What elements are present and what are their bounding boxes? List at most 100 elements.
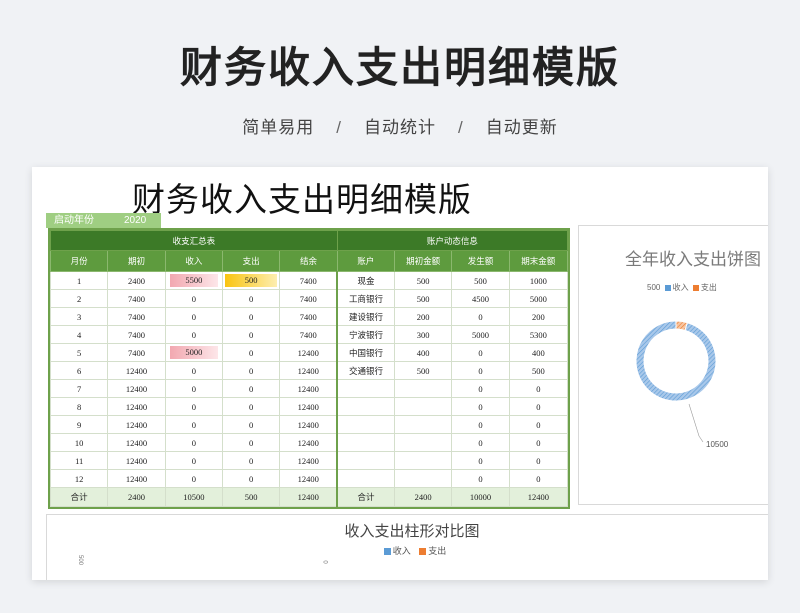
summary-cell[interactable]: 11 [49, 451, 109, 470]
account-cell[interactable]: 0 [451, 469, 510, 488]
account-cell[interactable] [336, 397, 395, 416]
summary-cell[interactable]: 0 [221, 451, 281, 470]
account-cell[interactable]: 5000 [508, 289, 569, 308]
account-cell[interactable]: 500 [393, 289, 453, 308]
summary-cell[interactable]: 0 [164, 469, 223, 488]
account-cell[interactable] [336, 415, 395, 434]
summary-cell[interactable]: 0 [164, 397, 223, 416]
account-cell[interactable]: 200 [393, 307, 453, 326]
summary-cell[interactable]: 0 [164, 307, 223, 326]
summary-cell[interactable]: 500 [221, 271, 281, 290]
summary-cell[interactable]: 5500 [164, 271, 223, 290]
summary-cell[interactable]: 0 [221, 433, 281, 452]
summary-cell[interactable]: 12400 [107, 451, 166, 470]
summary-cell[interactable]: 12400 [107, 415, 166, 434]
summary-cell[interactable]: 12400 [279, 415, 338, 434]
account-cell[interactable]: 0 [451, 343, 510, 362]
account-cell[interactable]: 0 [451, 451, 510, 470]
summary-cell[interactable]: 0 [221, 325, 281, 344]
summary-cell[interactable]: 10 [49, 433, 109, 452]
summary-cell[interactable]: 9 [49, 415, 109, 434]
account-cell[interactable] [393, 469, 453, 488]
summary-cell[interactable]: 0 [221, 379, 281, 398]
account-cell[interactable]: 0 [508, 379, 569, 398]
account-cell[interactable]: 0 [451, 397, 510, 416]
account-cell[interactable]: 0 [508, 397, 569, 416]
account-cell[interactable]: 0 [451, 433, 510, 452]
account-cell[interactable] [336, 433, 395, 452]
account-cell[interactable]: 500 [451, 271, 510, 290]
summary-cell[interactable]: 5000 [164, 343, 223, 362]
account-cell[interactable]: 300 [393, 325, 453, 344]
summary-cell[interactable]: 0 [164, 289, 223, 308]
pie-slice-income[interactable] [635, 320, 717, 402]
summary-cell[interactable]: 0 [164, 451, 223, 470]
summary-cell[interactable]: 12400 [279, 379, 338, 398]
summary-cell[interactable]: 0 [221, 469, 281, 488]
summary-cell[interactable]: 12 [49, 469, 109, 488]
summary-cell[interactable]: 2 [49, 289, 109, 308]
summary-cell[interactable]: 7400 [279, 325, 338, 344]
summary-cell[interactable]: 0 [221, 343, 281, 362]
summary-cell[interactable]: 7400 [107, 289, 166, 308]
summary-cell[interactable]: 0 [221, 289, 281, 308]
summary-cell[interactable]: 7400 [107, 307, 166, 326]
account-cell[interactable]: 0 [508, 415, 569, 434]
account-cell[interactable] [336, 451, 395, 470]
summary-cell[interactable]: 7400 [279, 289, 338, 308]
summary-cell[interactable]: 12400 [279, 361, 338, 380]
pie-slice-expense[interactable] [675, 320, 688, 331]
summary-cell[interactable]: 0 [164, 433, 223, 452]
summary-cell[interactable]: 12400 [107, 361, 166, 380]
summary-cell[interactable]: 7400 [279, 271, 338, 290]
summary-cell[interactable]: 12400 [107, 433, 166, 452]
account-cell[interactable]: 500 [508, 361, 569, 380]
summary-cell[interactable]: 8 [49, 397, 109, 416]
summary-cell[interactable]: 12400 [279, 451, 338, 470]
account-cell[interactable]: 5000 [451, 325, 510, 344]
summary-cell[interactable]: 12400 [279, 469, 338, 488]
account-cell[interactable]: 500 [393, 361, 453, 380]
summary-cell[interactable]: 0 [221, 397, 281, 416]
summary-cell[interactable]: 7400 [107, 325, 166, 344]
summary-cell[interactable]: 0 [164, 361, 223, 380]
summary-cell[interactable]: 0 [221, 307, 281, 326]
account-cell[interactable] [393, 433, 453, 452]
summary-cell[interactable]: 12400 [107, 469, 166, 488]
account-cell[interactable]: 500 [393, 271, 453, 290]
summary-cell[interactable]: 0 [164, 415, 223, 434]
summary-cell[interactable]: 12400 [279, 343, 338, 362]
summary-cell[interactable]: 7 [49, 379, 109, 398]
account-cell[interactable]: 工商银行 [336, 289, 395, 308]
summary-cell[interactable]: 2400 [107, 271, 166, 290]
account-cell[interactable]: 宁波银行 [336, 325, 395, 344]
account-cell[interactable] [393, 451, 453, 470]
account-cell[interactable]: 5300 [508, 325, 569, 344]
account-cell[interactable]: 0 [508, 469, 569, 488]
summary-cell[interactable]: 3 [49, 307, 109, 326]
summary-cell[interactable]: 0 [221, 361, 281, 380]
account-cell[interactable]: 现金 [336, 271, 395, 290]
summary-cell[interactable]: 12400 [279, 433, 338, 452]
account-cell[interactable] [393, 379, 453, 398]
account-cell[interactable]: 1000 [508, 271, 569, 290]
account-cell[interactable]: 建设银行 [336, 307, 395, 326]
account-cell[interactable]: 中国银行 [336, 343, 395, 362]
summary-cell[interactable]: 6 [49, 361, 109, 380]
account-cell[interactable]: 200 [508, 307, 569, 326]
account-cell[interactable]: 交通银行 [336, 361, 395, 380]
summary-cell[interactable]: 0 [164, 379, 223, 398]
bar-chart-panel[interactable]: 收入支出柱形对比图 收入 支出 500 0 [46, 514, 768, 580]
summary-cell[interactable]: 7400 [107, 343, 166, 362]
account-cell[interactable]: 0 [451, 379, 510, 398]
start-year-value[interactable]: 2020 [124, 213, 146, 228]
summary-cell[interactable]: 7400 [279, 307, 338, 326]
summary-cell[interactable]: 4 [49, 325, 109, 344]
account-cell[interactable]: 400 [393, 343, 453, 362]
account-cell[interactable] [336, 469, 395, 488]
account-cell[interactable]: 0 [451, 415, 510, 434]
summary-cell[interactable]: 0 [164, 325, 223, 344]
account-cell[interactable]: 4500 [451, 289, 510, 308]
summary-cell[interactable]: 5 [49, 343, 109, 362]
summary-cell[interactable]: 1 [49, 271, 109, 290]
